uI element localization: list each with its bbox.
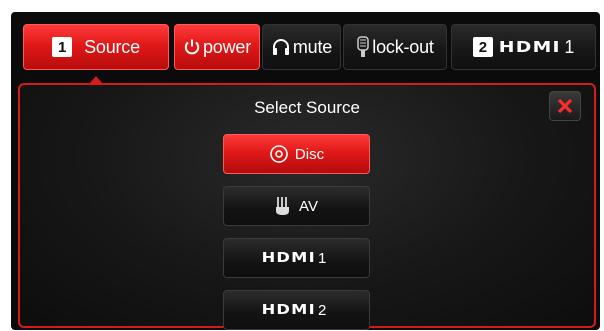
lockout-label: lock-out — [372, 36, 434, 57]
screen-number-badge: 1 — [52, 37, 73, 57]
hdmi-logo: HDMI — [261, 250, 316, 266]
source-hdmi2-button[interactable]: HDMI 2 — [223, 290, 370, 330]
close-button[interactable] — [549, 91, 581, 121]
power-icon — [184, 39, 200, 55]
screen-number-badge: 2 — [472, 37, 493, 57]
source-disc-button[interactable]: Disc — [223, 134, 370, 174]
source-label: 2 — [318, 301, 327, 319]
lockout-button[interactable]: lock-out — [343, 24, 447, 70]
source-label: 1 — [318, 249, 327, 267]
lock-icon — [357, 36, 370, 57]
mute-label: mute — [292, 36, 333, 57]
power-button[interactable]: power — [174, 24, 260, 70]
close-icon — [557, 98, 573, 114]
disc-icon — [270, 145, 288, 163]
source-hdmi1-button[interactable]: HDMI 1 — [223, 238, 370, 278]
hdmi-logo: HDMI — [261, 302, 316, 318]
source-av-button[interactable]: AV — [223, 186, 370, 226]
tab-screen-2-hdmi[interactable]: 2 HDMI 1 — [451, 24, 596, 70]
top-tab-bar: 1 Source power mute lock-out 2 HDMI 1 — [11, 12, 600, 72]
tab-hdmi-number: 1 — [564, 36, 575, 57]
power-label: power — [202, 36, 252, 57]
rear-entertainment-screen: 1 Source power mute lock-out 2 HDMI 1 Se… — [11, 12, 600, 330]
source-label: Disc — [294, 145, 325, 163]
hdmi-logo: HDMI — [498, 38, 561, 56]
tab-source-label: Source — [84, 36, 140, 57]
source-label: AV — [299, 197, 318, 215]
tab-source[interactable]: 1 Source — [23, 24, 169, 70]
headphones-icon — [272, 39, 289, 55]
select-source-panel: Select Source Disc AV HDMI 1 HDMI 2 — [18, 83, 596, 330]
av-connector-icon — [276, 197, 290, 215]
panel-title: Select Source — [254, 98, 360, 117]
mute-button[interactable]: mute — [262, 24, 341, 70]
